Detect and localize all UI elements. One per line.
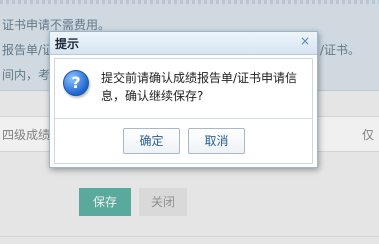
- dialog-message: 提交前请确认成绩报告单/证书申请信息，确认继续保存?: [101, 71, 298, 103]
- close-icon[interactable]: ×: [300, 34, 310, 48]
- question-icon: ?: [63, 70, 89, 96]
- dialog-footer: 确定 取消: [54, 118, 313, 164]
- dialog-title: 提示: [55, 37, 80, 51]
- cancel-button[interactable]: 取消: [188, 128, 245, 154]
- dialog-header: 提示 ×: [50, 32, 317, 55]
- dialog-body: ? 提交前请确认成绩报告单/证书申请信息，确认继续保存?: [54, 58, 313, 119]
- page: 证书申请不需费用。 报告单/证 间内，考 /证书。 四级成绩 仅 保存 关闭 提…: [0, 0, 379, 244]
- confirm-dialog: 提示 × ? 提交前请确认成绩报告单/证书申请信息，确认继续保存? 确定 取消: [49, 31, 318, 168]
- ok-button[interactable]: 确定: [123, 128, 180, 154]
